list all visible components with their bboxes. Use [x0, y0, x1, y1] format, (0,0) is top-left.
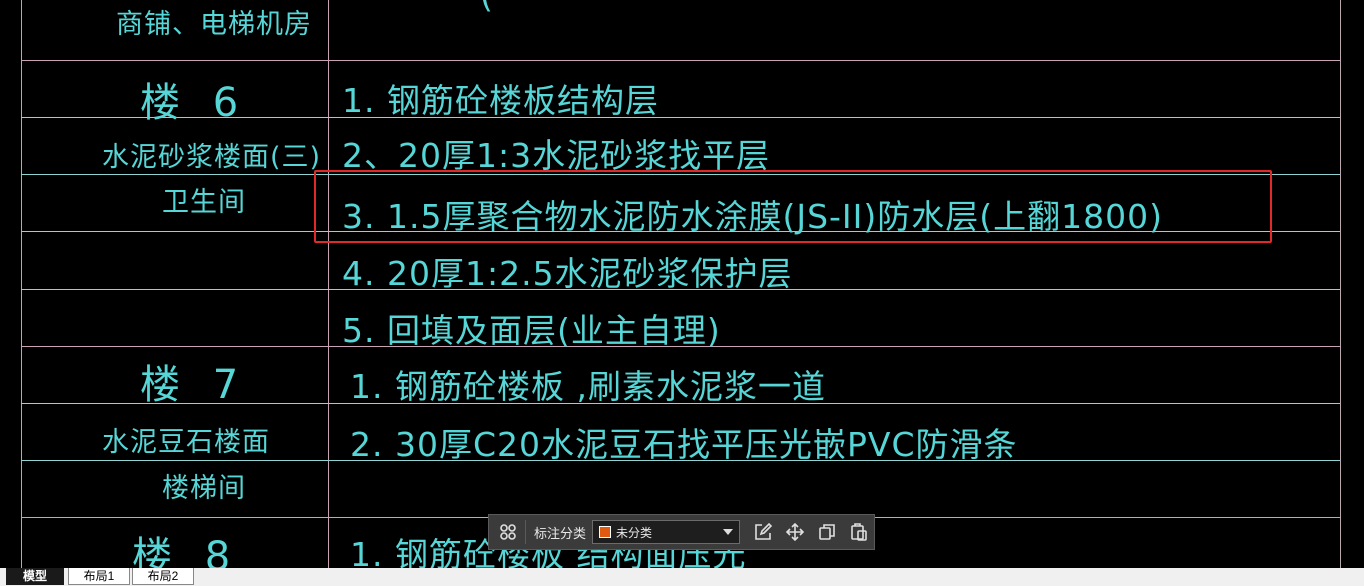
floor7-title: 楼 7 [140, 362, 249, 408]
floor6-room: 卫生间 [162, 187, 246, 218]
move-icon[interactable] [782, 519, 808, 545]
layout-tab-bar: 模型 布局1 布局2 [0, 568, 1364, 586]
tab-layout2[interactable]: 布局2 [132, 568, 194, 585]
copy-icon[interactable] [814, 519, 840, 545]
floor7-room: 楼梯间 [162, 473, 246, 504]
edit-icon[interactable] [750, 519, 776, 545]
table-border-right [1340, 0, 1341, 568]
category-select-value: 未分类 [616, 525, 653, 540]
annotation-category-select[interactable]: 未分类 [592, 520, 741, 544]
annotation-category-label: 标注分类 [534, 525, 587, 541]
cad-drawing-canvas[interactable]: 商铺、电梯机房 ( 楼 6 水泥砂浆楼面(三) 卫生间 1. 钢筋砼楼板结构层 … [0, 0, 1364, 568]
floor6-item-5: 5. 回填及面层(业主自理) [342, 311, 721, 350]
floor7-item-2: 2. 30厚C20水泥豆石找平压光嵌PVC防滑条 [350, 425, 1018, 464]
category-color-swatch [599, 526, 612, 538]
floor8-title: 楼 8 [132, 534, 241, 568]
tab-layout1[interactable]: 布局1 [68, 568, 130, 585]
top-row-partial-text: ( [480, 0, 494, 15]
floor6-title: 楼 6 [140, 80, 249, 126]
tab-model[interactable]: 模型 [6, 568, 64, 585]
floor6-name: 水泥砂浆楼面(三) [102, 142, 322, 173]
toolbar-separator [525, 520, 526, 544]
floor6-item-4: 4. 20厚1:2.5水泥砂浆保护层 [342, 254, 793, 293]
floor6-item-1: 1. 钢筋砼楼板结构层 [342, 81, 659, 120]
floor7-item-1: 1. 钢筋砼楼板 ,刷素水泥浆一道 [350, 367, 826, 406]
grid-icon[interactable] [495, 519, 521, 545]
table-border-left [21, 0, 22, 568]
highlight-annotation-box[interactable] [314, 170, 1272, 243]
paste-icon[interactable] [846, 519, 872, 545]
annotation-toolbar: 标注分类 未分类 [488, 514, 875, 550]
top-row-left-label: 商铺、电梯机房 [116, 9, 312, 40]
table-column-divider [328, 0, 329, 568]
row-divider [21, 60, 1340, 61]
floor7-name: 水泥豆石楼面 [102, 427, 270, 458]
chevron-down-icon [723, 529, 734, 535]
